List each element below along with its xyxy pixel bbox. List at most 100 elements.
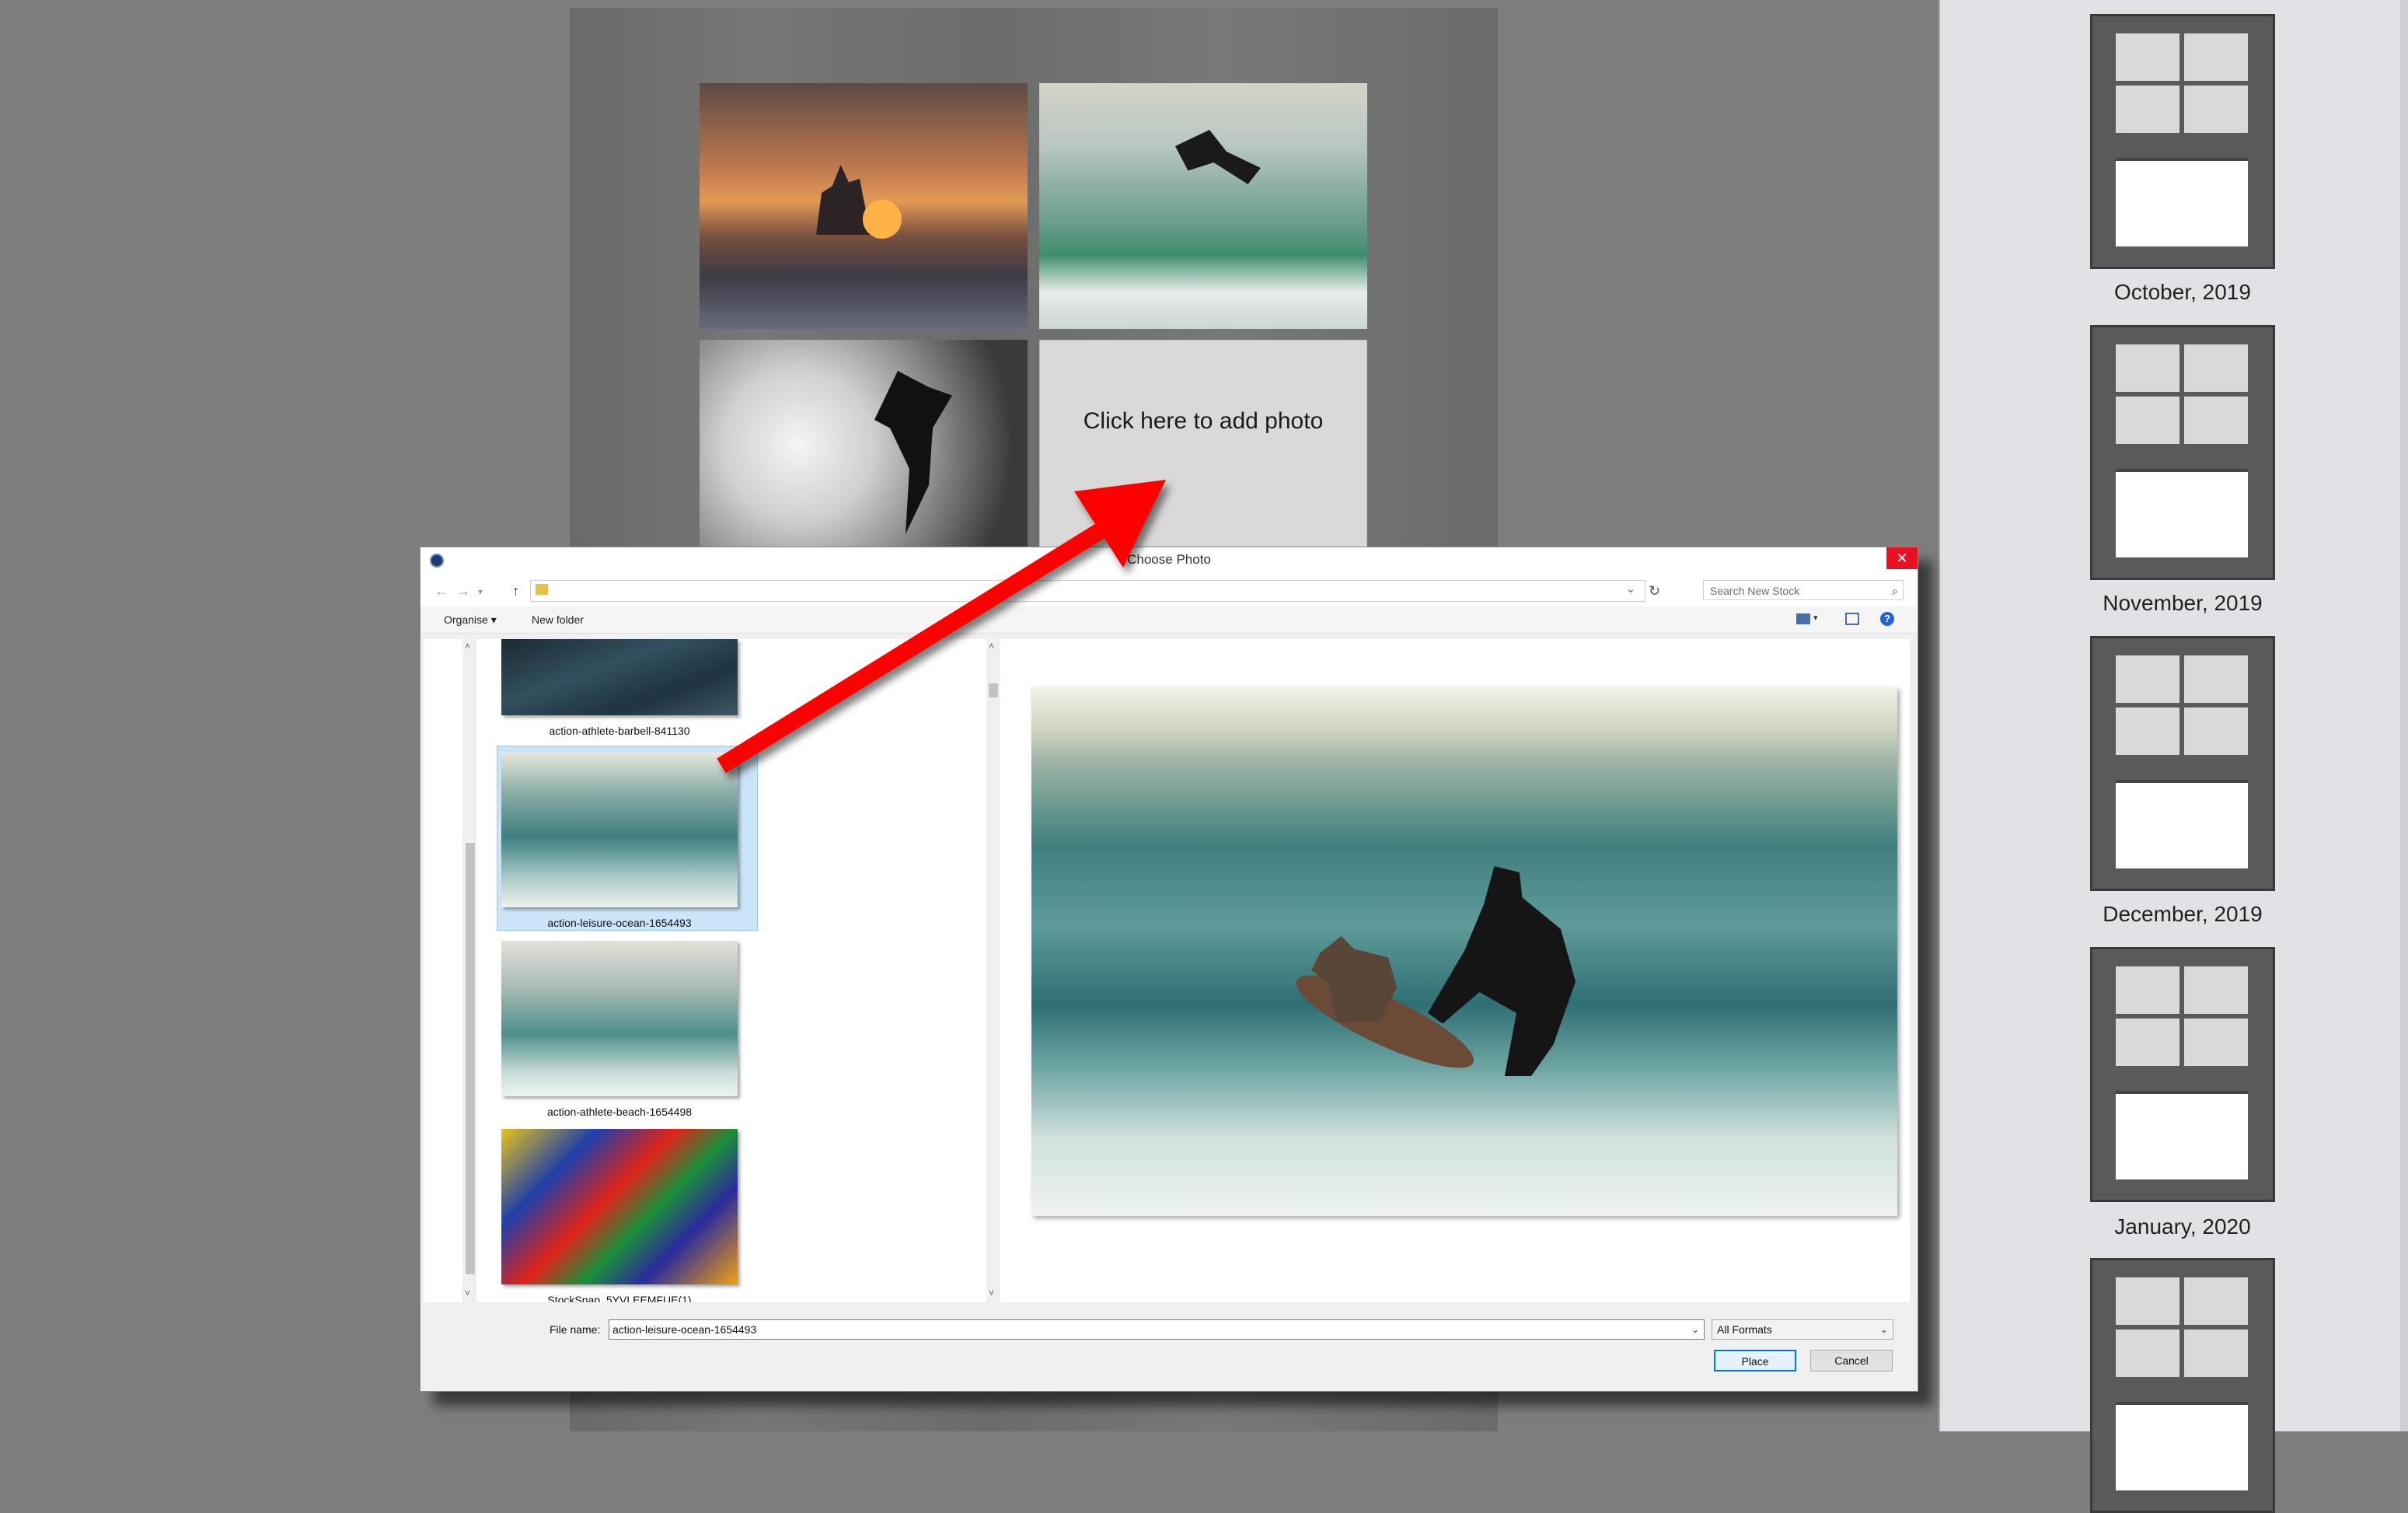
file-item[interactable]: StockSnap_5YVLEEMFUE(1) — [476, 1129, 738, 1302]
scroll-up-icon[interactable]: ˄ — [465, 641, 470, 652]
format-select[interactable]: All Formats ⌄ — [1712, 1319, 1893, 1340]
chevron-down-icon[interactable]: ⌄ — [1691, 1320, 1699, 1339]
chevron-down-icon[interactable]: ⌄ — [1626, 582, 1635, 596]
search-placeholder: Search New Stock — [1710, 585, 1800, 597]
organise-menu[interactable]: Organise ▾ — [444, 613, 497, 627]
thumbnail-cell — [2116, 397, 2179, 444]
month-label: January, 2020 — [2114, 1214, 2251, 1239]
file-list-scroll-thumb[interactable] — [989, 683, 998, 697]
folder-icon — [536, 584, 548, 595]
preview-image — [1031, 687, 1897, 1216]
month-thumbnail[interactable] — [2090, 947, 2275, 1202]
thumbnail-cell — [2116, 1019, 2179, 1066]
thumbnail-calendar — [2116, 158, 2248, 246]
surfer-shape — [874, 371, 952, 534]
back-icon[interactable]: ← — [434, 583, 448, 599]
thumbnail-photo-grid — [2116, 33, 2248, 133]
month-thumbnail[interactable] — [2090, 1258, 2275, 1513]
search-input[interactable]: Search New Stock ⌕ — [1703, 580, 1904, 600]
thumbnail-cell — [2184, 1019, 2248, 1066]
help-icon[interactable]: ? — [1880, 612, 1894, 626]
choose-photo-dialog: Choose Photo ✕ ← → ▾ ↑ ⌄ ↻ Search New St… — [420, 547, 1918, 1392]
file-name: action-leisure-ocean-1654493 — [547, 917, 692, 929]
file-thumbnail — [501, 639, 738, 715]
thumbnail-cell — [2116, 966, 2179, 1014]
refresh-icon[interactable]: ↻ — [1649, 583, 1660, 599]
dialog-titlebar[interactable]: Choose Photo ✕ — [421, 547, 1918, 574]
thumbnail-cell — [2184, 397, 2248, 444]
file-thumbnail — [501, 941, 738, 1096]
recent-chevron-icon[interactable]: ▾ — [478, 586, 483, 597]
navigation-bar: ← → ▾ ↑ ⌄ ↻ Search New Stock ⌕ — [421, 574, 1918, 606]
scroll-down-icon[interactable]: ˅ — [465, 1288, 470, 1298]
place-button[interactable]: Place — [1714, 1350, 1796, 1371]
month-panel-scrollbar[interactable] — [2400, 0, 2408, 1431]
new-folder-button[interactable]: New folder — [532, 613, 584, 626]
thumbnail-cell — [2116, 1330, 2179, 1377]
month-thumbnail[interactable] — [2090, 14, 2275, 269]
file-name-input[interactable]: action-leisure-ocean-1654493 ⌄ — [609, 1319, 1705, 1340]
file-name: action-athlete-beach-1654498 — [546, 1106, 693, 1118]
thumbnail-cell — [2184, 655, 2248, 703]
surfer-shape — [1175, 130, 1261, 184]
thumbnail-calendar — [2116, 1091, 2248, 1179]
thumbnail-cell — [2116, 33, 2179, 81]
scroll-up-icon[interactable]: ˄ — [989, 641, 994, 652]
thumbnail-photo-grid — [2116, 655, 2248, 755]
file-list-scrollbar[interactable]: ˄ ˅ — [986, 639, 1000, 1302]
address-bar[interactable]: ⌄ — [530, 580, 1645, 602]
add-photo-placeholder[interactable]: Click here to add photo — [1039, 340, 1367, 550]
file-name: StockSnap_5YVLEEMFUE(1) — [547, 1294, 692, 1302]
file-name: action-athlete-barbell-841130 — [549, 725, 690, 737]
file-list: action-athlete-barbell-841130 action-lei… — [476, 639, 1019, 1302]
dialog-title: Choose Photo — [1127, 552, 1211, 567]
month-label: November, 2019 — [2103, 591, 2263, 615]
month-thumbnail[interactable] — [2090, 636, 2275, 891]
cancel-button[interactable]: Cancel — [1810, 1350, 1893, 1371]
file-item[interactable]: action-athlete-beach-1654498 — [476, 941, 738, 1120]
preview-pane-icon[interactable] — [1845, 613, 1859, 625]
view-options-icon[interactable] — [1796, 613, 1810, 624]
month-thumbnail[interactable] — [2090, 325, 2275, 580]
thumbnail-photo-grid — [2116, 344, 2248, 444]
scroll-down-icon[interactable]: ˅ — [989, 1288, 994, 1298]
chevron-down-icon[interactable]: ⌄ — [1880, 1320, 1888, 1339]
format-value: All Formats — [1717, 1323, 1772, 1336]
add-photo-label: Click here to add photo — [1083, 408, 1324, 434]
sun-shape — [863, 200, 902, 239]
file-name-label: File name: — [550, 1323, 601, 1336]
thumbnail-calendar — [2116, 469, 2248, 557]
thumbnail-cell — [2184, 86, 2248, 133]
thumbnail-cell — [2116, 708, 2179, 755]
close-button[interactable]: ✕ — [1886, 547, 1918, 569]
thumbnail-cell — [2116, 655, 2179, 703]
thumbnail-calendar — [2116, 1402, 2248, 1490]
navigation-scroll-thumb[interactable] — [466, 843, 475, 1274]
month-label: October, 2019 — [2114, 280, 2251, 304]
chevron-down-icon[interactable]: ▾ — [1813, 613, 1818, 623]
thumbnail-photo-grid — [2116, 1277, 2248, 1377]
forward-icon[interactable]: → — [456, 583, 470, 599]
thumbnail-cell — [2116, 1277, 2179, 1325]
file-thumbnail — [501, 1129, 738, 1284]
thumbnail-cell — [2184, 344, 2248, 392]
photo-surfer-color[interactable] — [1039, 83, 1367, 329]
thumbnail-cell — [2184, 966, 2248, 1014]
thumbnail-cell — [2184, 708, 2248, 755]
file-name-value: action-leisure-ocean-1654493 — [612, 1323, 757, 1336]
thumbnail-cell — [2184, 1277, 2248, 1325]
thumbnail-cell — [2184, 33, 2248, 81]
thumbnail-cell — [2184, 1330, 2248, 1377]
thumbnail-calendar — [2116, 780, 2248, 868]
thumbnail-cell — [2116, 344, 2179, 392]
file-item[interactable]: action-leisure-ocean-1654493 — [476, 752, 738, 931]
preview-pane — [1008, 639, 1910, 1302]
photo-sunset[interactable] — [700, 83, 1028, 329]
search-icon[interactable]: ⌕ — [1892, 581, 1898, 601]
month-label: December, 2019 — [2103, 902, 2263, 926]
photo-surfer-bw[interactable] — [700, 340, 1028, 550]
thumbnail-photo-grid — [2116, 966, 2248, 1066]
rock-shape — [816, 165, 871, 235]
thumbnail-cell — [2116, 86, 2179, 133]
up-icon[interactable]: ↑ — [512, 583, 519, 599]
